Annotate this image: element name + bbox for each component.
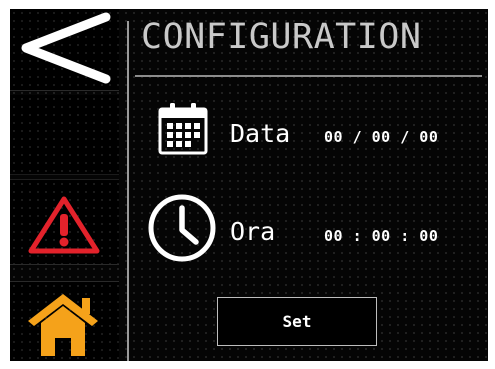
page-title: CONFIGURATION	[141, 17, 422, 57]
configuration-screen: CONFIGURATION Data 00 / 00 / 00 Ora 00 :…	[10, 9, 488, 361]
vertical-divider	[127, 21, 129, 361]
time-label: Ora	[230, 217, 276, 246]
home-button[interactable]	[10, 281, 119, 361]
sidebar-empty-slot	[10, 95, 119, 175]
back-arrow-icon	[21, 12, 111, 84]
set-button[interactable]: Set	[217, 297, 377, 346]
alarms-button[interactable]	[10, 179, 119, 265]
time-value-field[interactable]: 00 : 00 : 00	[324, 229, 438, 244]
warning-icon	[28, 196, 100, 254]
date-label: Data	[230, 119, 291, 148]
date-value-field[interactable]: 00 / 00 / 00	[324, 130, 438, 145]
home-icon	[28, 294, 98, 356]
calendar-icon	[157, 102, 209, 156]
clock-icon	[146, 192, 218, 264]
title-underline	[135, 75, 482, 77]
back-button[interactable]	[10, 9, 119, 91]
